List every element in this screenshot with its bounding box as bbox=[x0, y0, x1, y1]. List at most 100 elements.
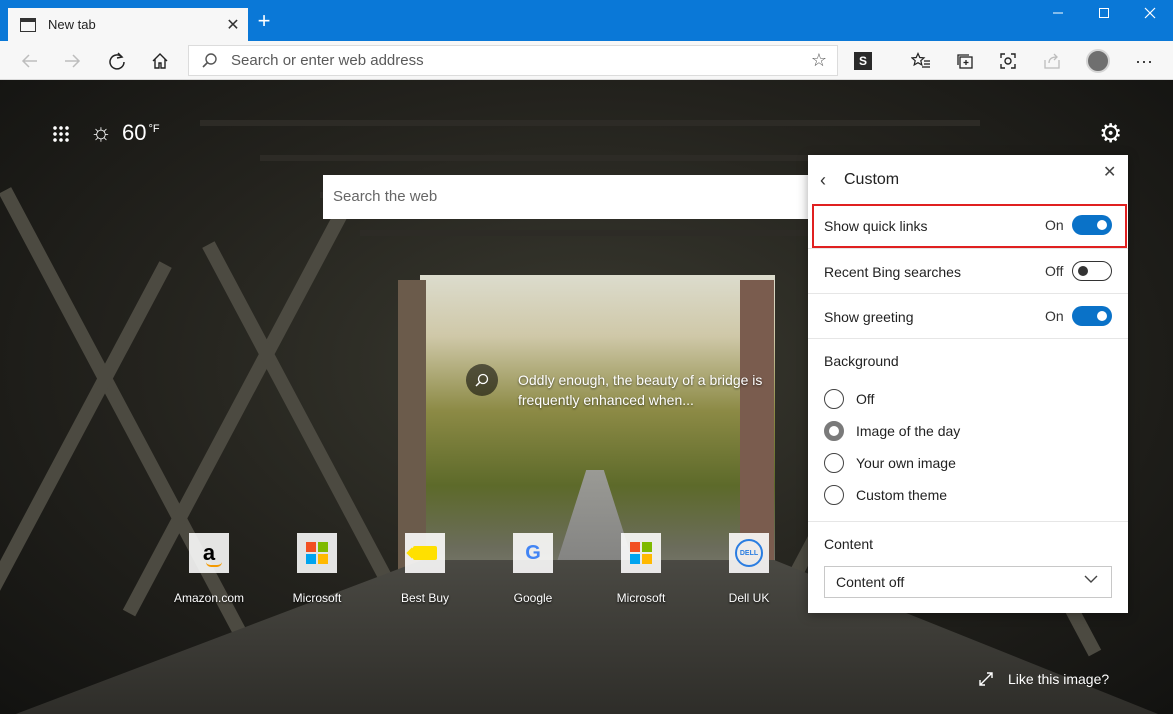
collections-button[interactable] bbox=[951, 47, 979, 75]
settings-more-button[interactable]: ··· bbox=[1130, 47, 1158, 75]
quick-link-dell[interactable]: DELL Dell UK bbox=[695, 533, 803, 605]
background-option-image-of-the-day[interactable]: Image of the day bbox=[824, 420, 960, 442]
chevron-down-icon bbox=[1083, 571, 1099, 590]
temperature: 60 bbox=[122, 120, 147, 145]
like-image-text: Like this image? bbox=[1008, 671, 1110, 687]
minimize-button[interactable] bbox=[1035, 0, 1081, 30]
home-button[interactable] bbox=[146, 47, 174, 75]
bestbuy-icon bbox=[413, 546, 437, 560]
quick-link-amazon[interactable]: a Amazon.com bbox=[155, 533, 263, 605]
image-info-button[interactable] bbox=[466, 364, 498, 396]
quick-link-bestbuy[interactable]: Best Buy bbox=[371, 533, 479, 605]
highlight-box bbox=[812, 204, 1127, 248]
background-option-your-own-image[interactable]: Your own image bbox=[824, 452, 956, 474]
microsoft-icon bbox=[306, 542, 328, 564]
show-greeting-toggle[interactable] bbox=[1072, 306, 1112, 326]
minimize-icon bbox=[1053, 12, 1063, 14]
dell-icon: DELL bbox=[735, 539, 763, 567]
address-bar[interactable]: Search or enter web address ☆ bbox=[188, 45, 838, 76]
chevron-left-icon[interactable]: ‹ bbox=[820, 170, 826, 191]
quick-link-label: Microsoft bbox=[292, 591, 342, 605]
content-section-title: Content bbox=[824, 536, 874, 552]
forward-button[interactable] bbox=[58, 47, 86, 75]
quick-link-label: Google bbox=[513, 591, 553, 605]
extension-s-icon: S bbox=[854, 52, 872, 70]
content-dropdown-value: Content off bbox=[836, 574, 905, 590]
gear-icon[interactable]: ⚙ bbox=[1099, 120, 1122, 146]
toggle-label: Show greeting bbox=[824, 309, 914, 325]
screenshot-button[interactable] bbox=[994, 47, 1022, 75]
toggle-state: On bbox=[1045, 308, 1064, 324]
title-bar: New tab ✕ + bbox=[0, 0, 1173, 41]
radio-label: Image of the day bbox=[856, 423, 961, 439]
weather-widget[interactable]: ☼ 60 °F bbox=[90, 120, 160, 146]
image-caption[interactable]: Oddly enough, the beauty of a bridge is … bbox=[518, 370, 778, 410]
favorite-star-icon[interactable]: ☆ bbox=[801, 50, 837, 71]
quick-link-label: Best Buy bbox=[400, 591, 450, 605]
collections-icon bbox=[957, 54, 973, 69]
radio-button[interactable] bbox=[824, 389, 844, 409]
toggle-row-recent-bing-searches: Recent Bing searches Off bbox=[808, 248, 1128, 293]
close-icon[interactable]: ✕ bbox=[1103, 162, 1116, 182]
forward-icon bbox=[65, 54, 81, 68]
background-option-off[interactable]: Off bbox=[824, 388, 874, 410]
web-search-box[interactable]: Search the web bbox=[323, 175, 833, 219]
quick-link-label: Microsoft bbox=[616, 591, 666, 605]
close-window-button[interactable] bbox=[1127, 0, 1173, 30]
favorites-icon bbox=[911, 52, 930, 68]
profile-button[interactable] bbox=[1084, 47, 1112, 75]
app-launcher-icon[interactable] bbox=[52, 125, 69, 142]
expand-icon bbox=[979, 672, 993, 686]
panel-header: ‹ Custom ✕ bbox=[808, 155, 1128, 205]
content-dropdown[interactable]: Content off bbox=[824, 566, 1112, 598]
quick-link-microsoft-2[interactable]: Microsoft bbox=[587, 533, 695, 605]
tab-close-icon[interactable]: ✕ bbox=[218, 15, 248, 35]
refresh-icon bbox=[109, 52, 125, 70]
radio-label: Custom theme bbox=[856, 487, 948, 503]
toggle-label: Recent Bing searches bbox=[824, 264, 961, 280]
radio-label: Your own image bbox=[856, 455, 956, 471]
tab-title: New tab bbox=[48, 17, 96, 32]
more-icon: ··· bbox=[1135, 50, 1153, 71]
share-button[interactable] bbox=[1038, 47, 1066, 75]
quick-link-google[interactable]: G Google bbox=[479, 533, 587, 605]
close-icon bbox=[1144, 7, 1156, 19]
new-tab-button[interactable]: + bbox=[252, 9, 276, 33]
custom-settings-panel: ‹ Custom ✕ Show quick links On Recent Bi… bbox=[808, 155, 1128, 613]
back-icon bbox=[21, 54, 37, 68]
quick-link-microsoft[interactable]: Microsoft bbox=[263, 533, 371, 605]
radio-button-selected[interactable] bbox=[824, 421, 844, 441]
window-controls bbox=[1035, 0, 1173, 30]
radio-button[interactable] bbox=[824, 485, 844, 505]
radio-label: Off bbox=[856, 391, 875, 407]
screenshot-icon bbox=[1000, 53, 1016, 69]
amazon-icon: a bbox=[203, 542, 222, 567]
extension-button[interactable]: S bbox=[849, 47, 877, 75]
toggle-row-show-greeting: Show greeting On bbox=[808, 293, 1128, 338]
quick-links: a Amazon.com Microsoft Best Buy G Google… bbox=[155, 533, 805, 613]
background-option-custom-theme[interactable]: Custom theme bbox=[824, 484, 947, 506]
temperature-unit: °F bbox=[148, 123, 160, 135]
search-icon bbox=[475, 373, 489, 387]
toggle-state: Off bbox=[1045, 263, 1064, 279]
web-search-placeholder: Search the web bbox=[333, 188, 438, 205]
favorites-button[interactable] bbox=[907, 47, 935, 75]
background-section-title: Background bbox=[824, 353, 899, 369]
google-icon: G bbox=[525, 541, 541, 564]
recent-bing-searches-toggle[interactable] bbox=[1072, 261, 1112, 281]
browser-toolbar: Search or enter web address ☆ S ··· bbox=[0, 41, 1173, 80]
like-image-link[interactable]: Like this image? bbox=[978, 671, 1109, 687]
quick-link-label: Amazon.com bbox=[173, 591, 245, 605]
search-icon bbox=[202, 52, 217, 68]
home-icon bbox=[152, 53, 168, 69]
maximize-button[interactable] bbox=[1081, 0, 1127, 30]
back-button[interactable] bbox=[16, 47, 44, 75]
refresh-button[interactable] bbox=[103, 47, 131, 75]
quick-link-label: Dell UK bbox=[728, 591, 770, 605]
profile-avatar bbox=[1086, 49, 1110, 73]
tab-new-tab[interactable]: New tab ✕ bbox=[8, 8, 248, 41]
radio-button[interactable] bbox=[824, 453, 844, 473]
microsoft-icon bbox=[630, 542, 652, 564]
new-tab-page-icon bbox=[20, 17, 36, 32]
sun-icon: ☼ bbox=[90, 119, 112, 146]
